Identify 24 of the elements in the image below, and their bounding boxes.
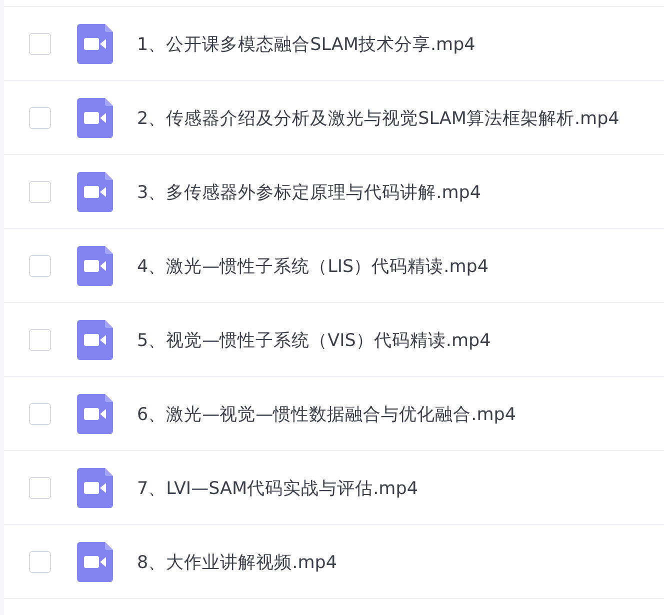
checkbox[interactable] — [29, 180, 51, 202]
file-name[interactable]: 7、LVI—SAM代码实战与评估.mp4 — [137, 476, 418, 500]
file-name[interactable]: 6、激光—视觉—惯性数据融合与优化融合.mp4 — [137, 402, 516, 426]
video-file-icon — [77, 24, 113, 64]
checkbox[interactable] — [29, 328, 51, 350]
video-file-icon — [77, 320, 113, 360]
checkbox[interactable] — [29, 476, 51, 498]
file-name[interactable]: 5、视觉—惯性子系统（VIS）代码精读.mp4 — [137, 328, 491, 352]
file-name[interactable]: 4、激光—惯性子系统（LIS）代码精读.mp4 — [137, 254, 489, 278]
video-file-icon — [77, 394, 113, 434]
checkbox[interactable] — [29, 550, 51, 572]
file-name[interactable]: 8、大作业讲解视频.mp4 — [137, 550, 337, 574]
video-file-icon — [77, 468, 113, 508]
file-name[interactable]: 2、传感器介绍及分析及激光与视觉SLAM算法框架解析.mp4 — [137, 106, 620, 130]
video-file-icon — [77, 172, 113, 212]
file-name[interactable]: 1、公开课多模态融合SLAM技术分享.mp4 — [137, 32, 476, 56]
checkbox[interactable] — [29, 254, 51, 276]
checkbox[interactable] — [29, 402, 51, 424]
video-file-icon — [77, 542, 113, 582]
checkbox[interactable] — [29, 106, 51, 128]
file-name[interactable]: 3、多传感器外参标定原理与代码讲解.mp4 — [137, 180, 481, 204]
video-file-icon — [77, 246, 113, 286]
video-file-icon — [77, 98, 113, 138]
checkbox[interactable] — [29, 32, 51, 54]
